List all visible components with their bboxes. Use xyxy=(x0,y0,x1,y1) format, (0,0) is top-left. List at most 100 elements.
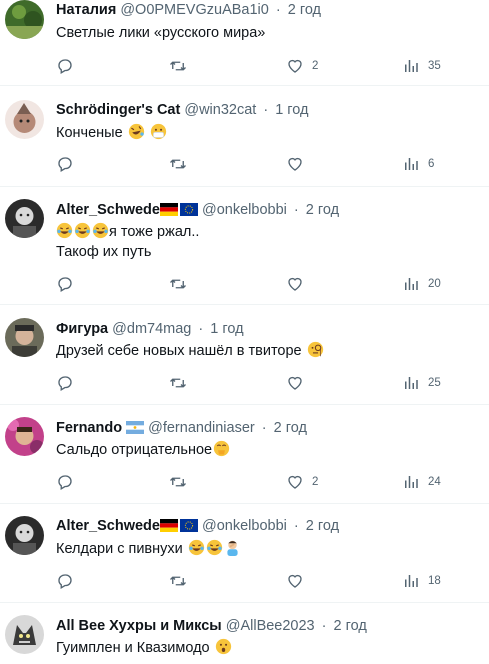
user-handle[interactable]: @fernandiniaser xyxy=(148,420,255,436)
avatar[interactable] xyxy=(5,0,44,39)
avatar[interactable] xyxy=(5,417,44,456)
view-count: 20 xyxy=(428,278,441,290)
tweet-actions: 6 xyxy=(56,154,456,174)
tweet[interactable]: Фигура @dm74mag · 1 год Друзей себе новы… xyxy=(0,305,489,405)
retweet-button[interactable] xyxy=(169,154,187,174)
retweet-button[interactable] xyxy=(169,373,187,393)
user-handle[interactable]: @onkelbobbi xyxy=(202,518,287,534)
retweet-icon xyxy=(170,477,186,487)
tweet[interactable]: Schrödinger's Cat @win32cat · 1 год Конч… xyxy=(0,86,489,187)
reply-button[interactable] xyxy=(56,56,74,76)
tweet-header: Alter_Schwede @onkelbobbi · 2 год xyxy=(56,200,339,220)
display-name[interactable]: Alter_Schwede xyxy=(56,202,160,218)
retweet-icon xyxy=(170,61,186,71)
view-count: 35 xyxy=(428,60,441,72)
reply-button[interactable] xyxy=(56,274,74,294)
retweet-button[interactable] xyxy=(169,56,187,76)
avatar[interactable] xyxy=(5,100,44,139)
avatar[interactable] xyxy=(5,199,44,238)
eu-flag-icon xyxy=(179,203,198,216)
display-name[interactable]: Schrödinger's Cat xyxy=(56,102,180,118)
tweet-text-content: Сальдо отрицательное xyxy=(56,442,213,458)
reply-icon xyxy=(58,157,72,172)
avatar[interactable] xyxy=(5,615,44,654)
views-button[interactable]: 20 xyxy=(402,274,441,294)
tears-of-joy-emoji xyxy=(74,222,91,239)
display-name[interactable]: Alter_Schwede xyxy=(56,518,160,534)
views-button[interactable]: 24 xyxy=(402,472,441,492)
tweet-text: Сальдо отрицательное xyxy=(56,440,230,460)
like-icon xyxy=(288,376,302,390)
avatar[interactable] xyxy=(5,516,44,555)
tears-of-joy-emoji xyxy=(188,539,204,556)
timestamp[interactable]: 2 год xyxy=(288,2,321,18)
tweet-text: Друзей себе новых нашёл в твиторе xyxy=(56,341,324,361)
views-icon xyxy=(405,377,418,389)
user-handle[interactable]: @AllBee2023 xyxy=(226,618,315,634)
tweet-header: Фигура @dm74mag · 1 год xyxy=(56,319,244,339)
tweet[interactable]: Alter_Schwede @onkelbobbi · 2 год Келдар… xyxy=(0,504,489,603)
views-button[interactable]: 25 xyxy=(402,373,441,393)
tweet-text-line-2: Такоф их путь xyxy=(56,244,152,260)
views-button[interactable]: 18 xyxy=(402,571,441,591)
avatar[interactable] xyxy=(5,318,44,357)
like-button[interactable] xyxy=(286,154,312,174)
tears-of-joy-emoji xyxy=(92,222,109,239)
views-button[interactable]: 6 xyxy=(402,154,434,174)
display-name[interactable]: Наталия xyxy=(56,2,116,18)
timestamp[interactable]: 2 год xyxy=(274,420,307,436)
view-count: 18 xyxy=(428,575,441,587)
tweet-actions: 18 xyxy=(56,571,456,591)
hand-over-mouth-emoji xyxy=(213,440,230,457)
tweet-header: All Bee Хухры и Миксы @AllBee2023 · 2 го… xyxy=(56,616,367,636)
timestamp[interactable]: 1 год xyxy=(275,102,308,118)
timestamp[interactable]: 2 год xyxy=(306,202,339,218)
retweet-button[interactable] xyxy=(169,274,187,294)
like-icon xyxy=(288,475,302,489)
user-handle[interactable]: @O0PMEVGzuABa1i0 xyxy=(120,2,269,18)
tweet[interactable]: Fernando @fernandiniaser · 2 год Сальдо … xyxy=(0,405,489,504)
tears-of-joy-emoji xyxy=(206,539,222,556)
reply-button[interactable] xyxy=(56,373,74,393)
user-handle[interactable]: @win32cat xyxy=(184,102,256,118)
like-button[interactable] xyxy=(286,571,312,591)
tweet-text: Келдари с пивнухи xyxy=(56,539,241,559)
tweet[interactable]: All Bee Хухры и Миксы @AllBee2023 · 2 го… xyxy=(0,603,489,664)
like-button[interactable] xyxy=(286,373,312,393)
mask-face-emoji xyxy=(150,123,166,140)
like-button[interactable] xyxy=(286,274,312,294)
user-handle[interactable]: @onkelbobbi xyxy=(202,202,287,218)
reply-icon xyxy=(58,376,72,391)
display-name[interactable]: Fernando xyxy=(56,420,122,436)
views-icon xyxy=(405,476,418,488)
views-icon xyxy=(405,60,418,72)
views-icon xyxy=(405,278,418,290)
reply-icon xyxy=(58,475,72,490)
tweet-header: Schrödinger's Cat @win32cat · 1 год xyxy=(56,100,308,120)
like-button[interactable]: 2 xyxy=(286,56,318,76)
man-facepalming-emoji xyxy=(227,540,238,556)
tweet[interactable]: Alter_Schwede @onkelbobbi · 2 год я тоже… xyxy=(0,187,489,305)
display-name[interactable]: All Bee Хухры и Миксы xyxy=(56,618,222,634)
reply-icon xyxy=(58,574,72,589)
hushed-face-emoji xyxy=(215,638,231,655)
like-button[interactable]: 2 xyxy=(286,472,318,492)
reply-button[interactable] xyxy=(56,154,74,174)
display-name[interactable]: Фигура xyxy=(56,321,108,337)
reply-icon xyxy=(58,277,72,292)
reply-button[interactable] xyxy=(56,472,74,492)
tweet-header: Наталия @O0PMEVGzuABa1i0 · 2 год xyxy=(56,0,321,20)
retweet-button[interactable] xyxy=(169,571,187,591)
user-handle[interactable]: @dm74mag xyxy=(112,321,191,337)
timestamp[interactable]: 1 год xyxy=(210,321,243,337)
argentina-flag-icon xyxy=(126,421,145,434)
retweet-button[interactable] xyxy=(169,472,187,492)
tweet-text-content: я тоже ржал.. xyxy=(109,224,200,240)
tweet[interactable]: Наталия @O0PMEVGzuABa1i0 · 2 год Светлые… xyxy=(0,0,489,86)
timestamp[interactable]: 2 год xyxy=(334,618,367,634)
reply-icon xyxy=(58,59,72,74)
separator-dot: · xyxy=(293,202,299,218)
views-button[interactable]: 35 xyxy=(402,56,441,76)
timestamp[interactable]: 2 год xyxy=(306,518,339,534)
reply-button[interactable] xyxy=(56,571,74,591)
